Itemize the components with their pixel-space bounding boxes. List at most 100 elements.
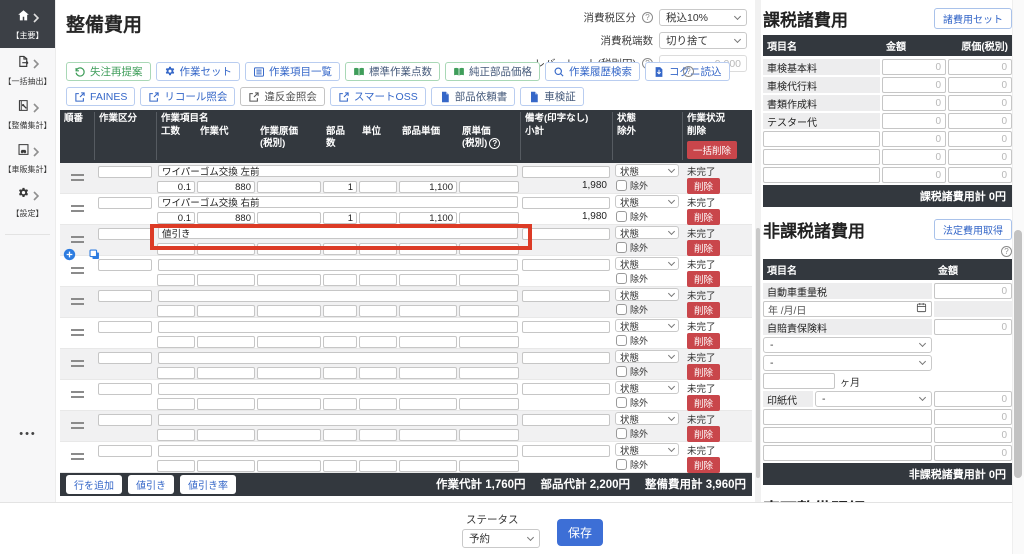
- insurance-amount-input[interactable]: [934, 319, 1012, 335]
- note-input[interactable]: [522, 259, 610, 272]
- parts-price-input[interactable]: [399, 305, 457, 318]
- unit-input[interactable]: [359, 398, 397, 411]
- note-input[interactable]: [522, 166, 610, 179]
- status-select[interactable]: 状態: [615, 319, 679, 333]
- fee-item-name-input[interactable]: [763, 131, 880, 147]
- cost-unit-input[interactable]: [459, 212, 519, 225]
- delete-row-button[interactable]: 削除: [687, 177, 721, 194]
- parts-qty-input[interactable]: [323, 429, 357, 442]
- work-item-name-input[interactable]: [158, 226, 518, 239]
- help-icon[interactable]: ?: [489, 138, 501, 150]
- labor-fee-input[interactable]: [197, 181, 255, 194]
- fee-cost-input[interactable]: [948, 167, 1012, 183]
- help-icon[interactable]: ?: [1001, 246, 1012, 257]
- unit-input[interactable]: [359, 367, 397, 380]
- work-category-input[interactable]: [98, 166, 152, 179]
- toolbar-button[interactable]: スマートOSS: [329, 87, 426, 106]
- toolbar-button[interactable]: 部品依頼書: [430, 87, 516, 106]
- labor-cost-input[interactable]: [257, 336, 321, 349]
- note-input[interactable]: [522, 197, 610, 210]
- hours-input[interactable]: [157, 212, 195, 225]
- help-icon[interactable]: ?: [642, 12, 653, 23]
- cost-unit-input[interactable]: [459, 336, 519, 349]
- labor-cost-input[interactable]: [257, 212, 321, 225]
- fee-cost-input[interactable]: [948, 113, 1012, 129]
- tax-category-select[interactable]: 税込10%: [659, 9, 747, 26]
- unit-input[interactable]: [359, 305, 397, 318]
- toolbar-button[interactable]: 車検証: [520, 87, 584, 106]
- cost-unit-input[interactable]: [459, 429, 519, 442]
- work-category-input[interactable]: [98, 259, 152, 272]
- fee-amount-input[interactable]: [882, 149, 946, 165]
- drag-handle-icon[interactable]: [70, 329, 84, 337]
- fee-set-button[interactable]: 諸費用セット: [934, 8, 1012, 29]
- weight-tax-date-input[interactable]: 年 /月/日: [763, 301, 932, 317]
- unit-input[interactable]: [359, 274, 397, 287]
- parts-price-input[interactable]: [399, 212, 457, 225]
- parts-price-input[interactable]: [399, 429, 457, 442]
- hours-input[interactable]: [157, 274, 195, 287]
- fee-item-name-input[interactable]: [763, 167, 880, 183]
- fee-cost-input[interactable]: [948, 77, 1012, 93]
- labor-cost-input[interactable]: [257, 243, 321, 256]
- toolbar-button[interactable]: 純正部品価格: [445, 62, 540, 81]
- unit-input[interactable]: [359, 181, 397, 194]
- status-select[interactable]: 状態: [615, 381, 679, 395]
- delete-row-button[interactable]: 削除: [687, 301, 721, 318]
- note-input[interactable]: [522, 228, 610, 241]
- exclude-checkbox[interactable]: [616, 459, 627, 471]
- hours-input[interactable]: [157, 460, 195, 473]
- hours-input[interactable]: [157, 181, 195, 194]
- drag-handle-icon[interactable]: [70, 205, 84, 213]
- insurance-select-2[interactable]: -: [763, 355, 932, 371]
- sidebar-item[interactable]: 【主要】: [0, 0, 55, 48]
- delete-row-button[interactable]: 削除: [687, 363, 721, 380]
- work-category-input[interactable]: [98, 197, 152, 210]
- cost-unit-input[interactable]: [459, 181, 519, 194]
- work-category-input[interactable]: [98, 445, 152, 458]
- insurance-select-1[interactable]: -: [763, 337, 932, 353]
- work-item-name-input[interactable]: [158, 195, 518, 208]
- sidebar-item[interactable]: 【整備集計】: [0, 92, 55, 136]
- work-category-input[interactable]: [98, 228, 152, 241]
- fee-amount-input[interactable]: [882, 95, 946, 111]
- fee-amount-input[interactable]: [934, 427, 1012, 443]
- weight-tax-amount-input[interactable]: [934, 283, 1012, 299]
- hours-input[interactable]: [157, 398, 195, 411]
- labor-cost-input[interactable]: [257, 181, 321, 194]
- parts-price-input[interactable]: [399, 336, 457, 349]
- fee-amount-input[interactable]: [882, 131, 946, 147]
- parts-qty-input[interactable]: [323, 212, 357, 225]
- tax-rounding-select[interactable]: 切り捨て: [659, 32, 747, 49]
- parts-price-input[interactable]: [399, 243, 457, 256]
- parts-qty-input[interactable]: [323, 398, 357, 411]
- cost-unit-input[interactable]: [459, 274, 519, 287]
- exclude-checkbox[interactable]: [616, 304, 627, 316]
- parts-qty-input[interactable]: [323, 181, 357, 194]
- exclude-checkbox[interactable]: [616, 211, 627, 223]
- labor-cost-input[interactable]: [257, 429, 321, 442]
- labor-cost-input[interactable]: [257, 460, 321, 473]
- exclude-checkbox[interactable]: [616, 397, 627, 409]
- fee-amount-input[interactable]: [882, 59, 946, 75]
- discount-button[interactable]: 値引き: [128, 474, 174, 494]
- legal-fee-fetch-button[interactable]: 法定費用取得: [934, 219, 1012, 240]
- delete-row-button[interactable]: 削除: [687, 270, 721, 287]
- labor-fee-input[interactable]: [197, 336, 255, 349]
- status-select[interactable]: 状態: [615, 350, 679, 364]
- status-select[interactable]: 状態: [615, 257, 679, 271]
- fee-amount-input[interactable]: [882, 113, 946, 129]
- exclude-checkbox[interactable]: [616, 428, 627, 440]
- toolbar-button[interactable]: 失注再提案: [66, 62, 151, 81]
- parts-price-input[interactable]: [399, 181, 457, 194]
- toolbar-button[interactable]: 標準作業点数: [345, 62, 440, 81]
- cost-unit-input[interactable]: [459, 243, 519, 256]
- fee-cost-input[interactable]: [948, 131, 1012, 147]
- parts-price-input[interactable]: [399, 274, 457, 287]
- status-select[interactable]: 予約: [462, 529, 540, 548]
- status-select[interactable]: 状態: [615, 288, 679, 302]
- labor-fee-input[interactable]: [197, 305, 255, 318]
- toolbar-button[interactable]: 作業履歴検索: [545, 62, 640, 81]
- add-row-button[interactable]: 行を追加: [66, 474, 122, 494]
- save-button[interactable]: 保存: [557, 519, 603, 546]
